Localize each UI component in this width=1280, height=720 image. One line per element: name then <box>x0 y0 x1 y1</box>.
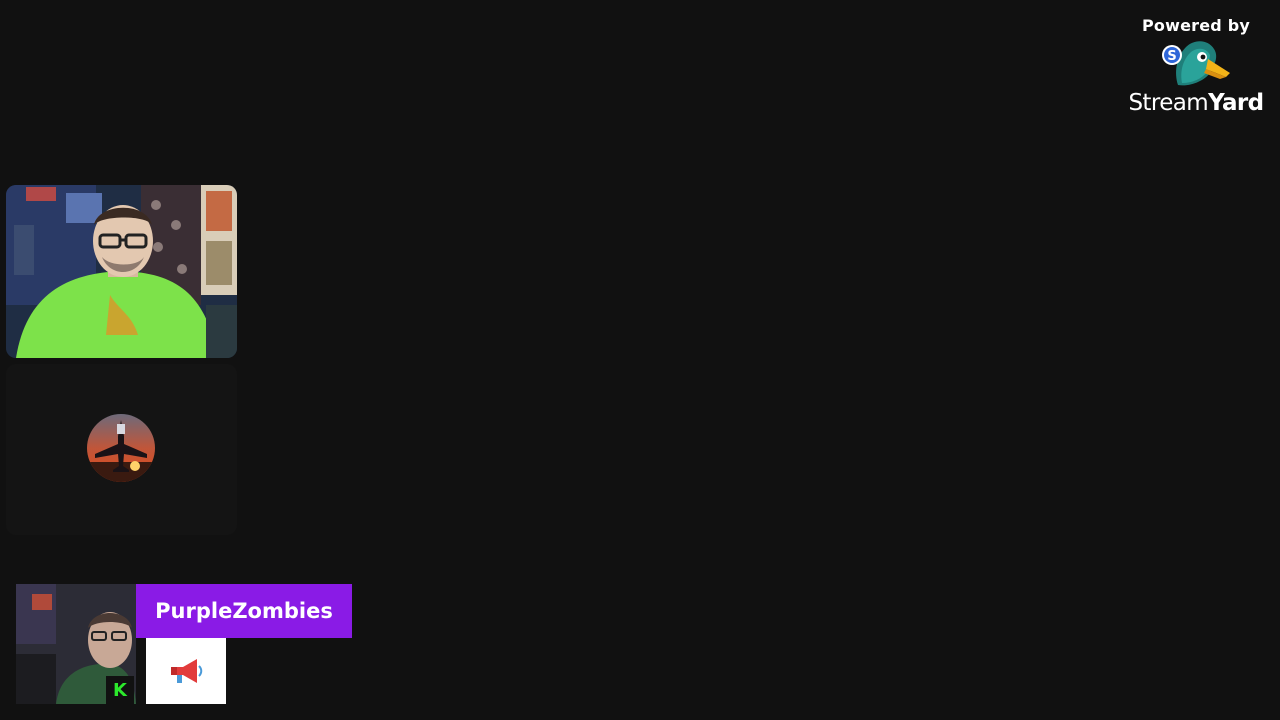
kick-badge-icon: K <box>106 676 134 704</box>
powered-by-label: Powered by <box>1142 16 1250 35</box>
streamyard-wordmark: StreamYard <box>1126 89 1266 117</box>
wordmark-part2: Yard <box>1208 90 1264 116</box>
participant-video-feed <box>6 185 237 358</box>
participant-audio-tile[interactable] <box>6 364 237 535</box>
streamyard-branding: Powered by S StreamYard <box>1126 16 1266 117</box>
megaphone-glyph-icon <box>171 659 203 683</box>
broadcast-stage: Powered by S StreamYard K PurpleZombies <box>0 0 1280 720</box>
participant-avatar <box>87 414 155 482</box>
wordmark-part1: Stream <box>1128 90 1209 116</box>
streamyard-duck-logo-icon: S <box>1162 41 1230 86</box>
lower-third-banner: K PurpleZombies <box>16 584 356 704</box>
kick-badge-letter: K <box>113 679 127 701</box>
jet-sunset-avatar-icon <box>87 414 155 482</box>
participant-video-tile[interactable] <box>6 185 237 358</box>
megaphone-icon <box>146 638 226 704</box>
lower-third-name: PurpleZombies <box>136 584 352 638</box>
logo-badge-letter: S <box>1167 49 1176 64</box>
